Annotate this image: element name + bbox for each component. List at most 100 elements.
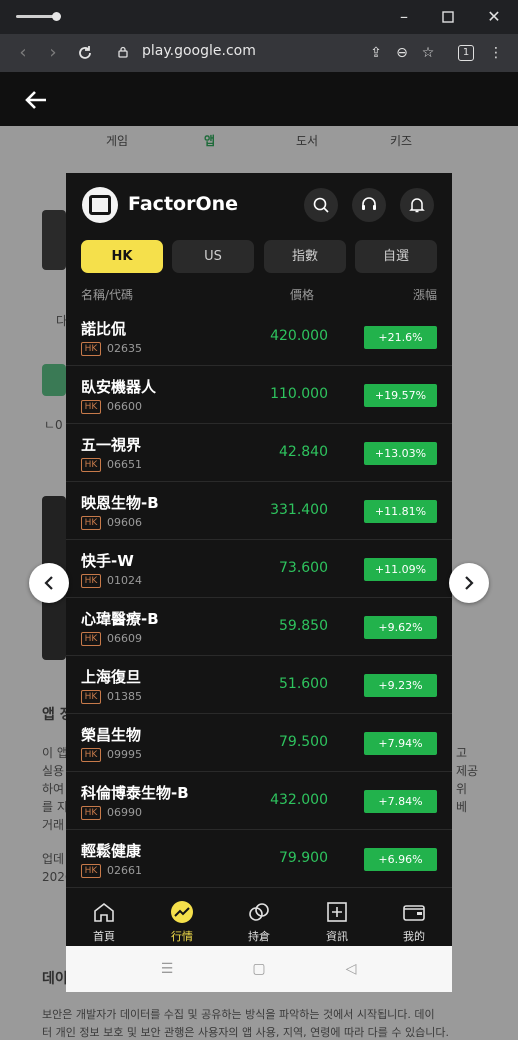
back-arrow-icon[interactable] <box>22 88 50 112</box>
holdings-icon <box>249 903 269 921</box>
stock-price: 331.400 <box>270 502 328 518</box>
stock-name: 映恩生物-B <box>81 494 159 512</box>
factorone-logo-icon <box>82 187 118 223</box>
stock-change-badge: +11.81% <box>364 500 437 523</box>
bookmark-star-icon[interactable]: ☆ <box>418 43 438 63</box>
app-screenshot-preview: FactorOne HK US 指數 自選 名稱/代碼 價格 漲幅 諾比侃 HK <box>66 173 452 992</box>
stock-row[interactable]: 輕鬆健康 HK 02661 79.900 +6.96% <box>66 830 452 888</box>
column-header-name[interactable]: 名稱/代碼 <box>81 286 133 303</box>
zoom-icon[interactable]: ⊖ <box>392 43 412 63</box>
stock-price: 79.500 <box>279 734 328 750</box>
nav-market[interactable]: 行情 <box>152 892 212 946</box>
column-header-change[interactable]: 漲幅 <box>413 286 437 303</box>
tab-count-button[interactable]: 1 <box>458 45 474 61</box>
nav-profile[interactable]: 我的 <box>384 892 444 946</box>
window-slider-knob[interactable] <box>52 12 61 21</box>
stock-name: 臥安機器人 <box>81 378 157 396</box>
support-headset-icon[interactable] <box>352 188 386 222</box>
category-apps[interactable]: 앱 <box>204 132 215 149</box>
data-safety-text: 터 개인 정보 보호 및 보안 관행은 사용자의 앱 사용, 지역, 연령에 따… <box>42 1026 450 1039</box>
market-badge: HK <box>81 806 101 820</box>
market-badge: HK <box>81 342 101 356</box>
nav-holdings[interactable]: 持倉 <box>229 892 289 946</box>
reload-icon[interactable] <box>74 42 96 64</box>
stock-row[interactable]: 科倫博泰生物-B HK 06990 432.000 +7.84% <box>66 772 452 830</box>
stock-row[interactable]: 榮昌生物 HK 09995 79.500 +7.94% <box>66 714 452 772</box>
nav-label: 資訊 <box>326 930 348 943</box>
stock-change-badge: +19.57% <box>364 384 437 407</box>
stock-row[interactable]: 心瑋醫療-B HK 06609 59.850 +9.62% <box>66 598 452 656</box>
category-games[interactable]: 게임 <box>106 132 128 149</box>
tab-us[interactable]: US <box>172 240 254 273</box>
close-window-icon[interactable]: ✕ <box>482 6 506 28</box>
android-nav-bar: ☰ ▢ ◁ <box>66 946 452 992</box>
stock-code: 06990 <box>107 806 142 819</box>
stock-price: 59.850 <box>279 618 328 634</box>
ghost-fragment: ㄴ0 <box>44 418 63 432</box>
forward-nav-icon[interactable]: › <box>42 42 64 64</box>
nav-home[interactable]: 首頁 <box>74 892 134 946</box>
url-text[interactable]: play.google.com <box>142 43 256 59</box>
search-icon[interactable] <box>304 188 338 222</box>
data-safety-heading: 데이 <box>42 971 68 987</box>
recents-icon[interactable]: ☰ <box>158 960 176 978</box>
app-header: FactorOne <box>66 173 452 241</box>
more-menu-icon[interactable]: ⋮ <box>486 43 506 63</box>
stock-change-badge: +11.09% <box>364 558 437 581</box>
desc-fragment-right: 위 <box>456 782 468 796</box>
stock-price: 432.000 <box>270 792 328 808</box>
android-back-icon[interactable]: ◁ <box>342 960 360 978</box>
tab-hk[interactable]: HK <box>81 240 163 273</box>
chevron-right-icon <box>465 576 474 590</box>
carousel-next-button[interactable] <box>449 563 489 603</box>
stock-row[interactable]: 臥安機器人 HK 06600 110.000 +19.57% <box>66 366 452 424</box>
stock-change-badge: +7.94% <box>364 732 437 755</box>
market-badge: HK <box>81 748 101 762</box>
stock-row[interactable]: 快手-W HK 01024 73.600 +11.09% <box>66 540 452 598</box>
nav-label: 首頁 <box>93 930 115 943</box>
desc-line: 실용 <box>42 764 65 778</box>
stock-name: 心瑋醫療-B <box>81 610 159 628</box>
market-badge: HK <box>81 400 101 414</box>
tab-index[interactable]: 指數 <box>264 240 346 273</box>
stock-change-badge: +7.84% <box>364 790 437 813</box>
carousel-prev-button[interactable] <box>29 563 69 603</box>
market-badge: HK <box>81 632 101 646</box>
updated-label: 업데 <box>42 852 65 866</box>
stock-code: 01024 <box>107 574 142 587</box>
data-safety-text: 보안은 개발자가 데이터를 수집 및 공유하는 방식을 파악하는 것에서 시작됩… <box>42 1008 435 1021</box>
chevron-left-icon <box>44 576 53 590</box>
stock-code: 06600 <box>107 400 142 413</box>
stock-code: 06609 <box>107 632 142 645</box>
share-icon[interactable]: ⇪ <box>366 43 386 63</box>
stock-code: 02661 <box>107 864 142 877</box>
stock-price: 79.900 <box>279 850 328 866</box>
stock-row[interactable]: 五一視界 HK 06651 42.840 +13.03% <box>66 424 452 482</box>
category-tabs: 게임 앱 도서 키즈 <box>0 132 518 152</box>
stock-row[interactable]: 映恩生物-B HK 09606 331.400 +11.81% <box>66 482 452 540</box>
back-nav-icon[interactable]: ‹ <box>12 42 34 64</box>
category-books[interactable]: 도서 <box>296 132 318 149</box>
stock-change-badge: +13.03% <box>364 442 437 465</box>
stock-price: 51.600 <box>279 676 328 692</box>
stock-name: 科倫博泰生物-B <box>81 784 189 802</box>
title-bar: – ✕ <box>0 0 518 34</box>
notification-bell-icon[interactable] <box>400 188 434 222</box>
tab-watchlist[interactable]: 自選 <box>355 240 437 273</box>
app-bottom-nav: 首頁 行情 持倉 資訊 我的 <box>66 892 452 946</box>
market-badge: HK <box>81 864 101 878</box>
column-header-price[interactable]: 價格 <box>290 286 314 303</box>
stock-row[interactable]: 上海復旦 HK 01385 51.600 +9.23% <box>66 656 452 714</box>
desc-line: 이 앱 <box>42 746 68 760</box>
lock-icon[interactable] <box>118 46 128 58</box>
stock-price: 110.000 <box>270 386 328 402</box>
nav-news[interactable]: 資訊 <box>307 892 367 946</box>
category-kids[interactable]: 키즈 <box>390 132 412 149</box>
minimize-icon[interactable]: – <box>392 6 416 28</box>
stock-name: 諾比侃 <box>81 320 127 338</box>
stock-name: 榮昌生物 <box>81 726 142 744</box>
stock-price: 420.000 <box>270 328 328 344</box>
maximize-icon[interactable] <box>436 6 460 28</box>
android-home-icon[interactable]: ▢ <box>250 960 268 978</box>
stock-row[interactable]: 諾比侃 HK 02635 420.000 +21.6% <box>66 308 452 366</box>
